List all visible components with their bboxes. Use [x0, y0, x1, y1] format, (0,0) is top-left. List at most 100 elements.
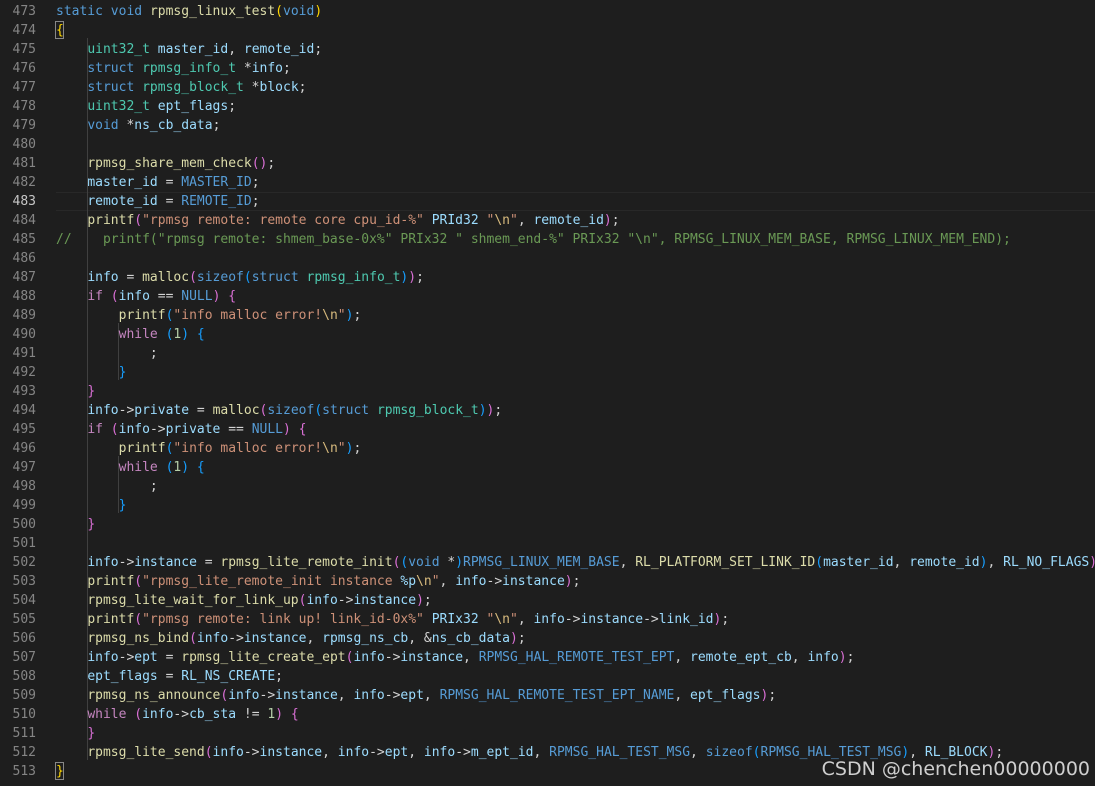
- code-line[interactable]: 476 struct rpmsg_info_t *info;: [0, 59, 1095, 78]
- code-line[interactable]: 491 ;: [0, 344, 1095, 363]
- code-token: printf: [87, 612, 135, 627]
- code-text: ept_flags = RL_NS_CREATE;: [56, 667, 283, 686]
- code-line[interactable]: 503 printf("rpmsg_lite_remote_init insta…: [0, 572, 1095, 591]
- code-token: m_ept_id: [470, 745, 534, 760]
- code-token: ,: [533, 745, 550, 760]
- line-number: 477: [12, 80, 36, 95]
- code-line[interactable]: 508 ept_flags = RL_NS_CREATE;: [0, 667, 1095, 686]
- code-token: =: [118, 270, 143, 285]
- code-line[interactable]: 477 struct rpmsg_block_t *block;: [0, 78, 1095, 97]
- code-line[interactable]: 480: [0, 135, 1095, 154]
- code-line[interactable]: 496 printf("info malloc error!\n");: [0, 439, 1095, 458]
- code-token: sizeof: [196, 270, 244, 285]
- code-text: rpmsg_share_mem_check();: [56, 154, 275, 173]
- code-token: remote_id: [909, 555, 980, 570]
- code-token: (: [204, 745, 213, 760]
- code-line[interactable]: 497 while (1) {: [0, 458, 1095, 477]
- code-token: "rpmsg remote: remote core cpu_id-%": [142, 213, 424, 228]
- code-token: NULL: [251, 422, 284, 437]
- code-token: ;: [267, 156, 276, 171]
- code-token: }: [56, 764, 64, 779]
- code-token: struct: [322, 403, 370, 418]
- line-number: 501: [12, 536, 36, 551]
- code-line[interactable]: 485 // printf("rpmsg remote: shmem_base-0…: [0, 230, 1095, 249]
- code-token: \n: [494, 213, 510, 228]
- code-line[interactable]: 511 }: [0, 724, 1095, 743]
- code-token: static: [56, 4, 103, 19]
- line-number: 485: [12, 232, 36, 247]
- code-line[interactable]: 479 void *ns_cb_data;: [0, 116, 1095, 135]
- code-line[interactable]: 500 }: [0, 515, 1095, 534]
- code-token: instance: [134, 555, 197, 570]
- code-line[interactable]: 473 static void rpmsg_linux_test(void): [0, 2, 1095, 21]
- code-token: malloc: [142, 270, 190, 285]
- code-line[interactable]: 502 info->instance = rpmsg_lite_remote_i…: [0, 553, 1095, 572]
- code-token: ): [181, 460, 190, 475]
- code-token: =: [157, 194, 182, 209]
- code-line[interactable]: 481 rpmsg_share_mem_check();: [0, 154, 1095, 173]
- code-token: ): [283, 422, 291, 437]
- code-line[interactable]: 510 while (info->cb_sta != 1) {: [0, 705, 1095, 724]
- watermark: CSDN @chenchen00000000: [821, 758, 1090, 780]
- code-token: *: [236, 61, 252, 76]
- code-line[interactable]: 495 if (info->private == NULL) {: [0, 420, 1095, 439]
- code-line[interactable]: 493 }: [0, 382, 1095, 401]
- code-token: ,: [517, 612, 534, 627]
- code-text: info->ept = rpmsg_lite_create_ept(info->…: [56, 648, 854, 667]
- code-token: ": [509, 213, 518, 228]
- code-line[interactable]: 484 printf("rpmsg remote: remote core cp…: [0, 211, 1095, 230]
- code-line[interactable]: 487 info = malloc(sizeof(struct rpmsg_in…: [0, 268, 1095, 287]
- code-token: ): [564, 574, 573, 589]
- code-token: =: [157, 669, 182, 684]
- code-token: ;: [768, 688, 777, 703]
- code-token: ;: [611, 213, 620, 228]
- code-token: ,: [674, 650, 691, 665]
- code-line[interactable]: 486: [0, 249, 1095, 268]
- code-text: rpmsg_ns_announce(info->instance, info->…: [56, 686, 776, 705]
- code-text: }: [56, 382, 95, 401]
- code-line[interactable]: 482 master_id = MASTER_ID;: [0, 173, 1095, 192]
- code-line[interactable]: 504 rpmsg_lite_wait_for_link_up(info->in…: [0, 591, 1095, 610]
- code-line[interactable]: 492 }: [0, 363, 1095, 382]
- code-line[interactable]: 475 uint32_t master_id, remote_id;: [0, 40, 1095, 59]
- code-token: RL_NO_FLAGS: [1003, 555, 1090, 570]
- line-number: 491: [12, 346, 36, 361]
- code-line[interactable]: 494 info->private = malloc(sizeof(struct…: [0, 401, 1095, 420]
- code-line[interactable]: 499 }: [0, 496, 1095, 515]
- code-token: ,: [893, 555, 910, 570]
- code-line[interactable]: 501: [0, 534, 1095, 553]
- code-line[interactable]: 489 printf("info malloc error!\n");: [0, 306, 1095, 325]
- code-line[interactable]: 509 rpmsg_ns_announce(info->instance, in…: [0, 686, 1095, 705]
- line-number: 505: [12, 612, 36, 627]
- code-line[interactable]: 498 ;: [0, 477, 1095, 496]
- code-line[interactable]: 490 while (1) {: [0, 325, 1095, 344]
- code-token: ,: [463, 650, 479, 665]
- code-line[interactable]: 506 rpmsg_ns_bind(info->instance, rpmsg_…: [0, 629, 1095, 648]
- line-number: 473: [12, 4, 36, 19]
- code-line[interactable]: 505 printf("rpmsg remote: link up! link_…: [0, 610, 1095, 629]
- code-token: uint32_t: [87, 42, 150, 57]
- code-line[interactable]: 474 {: [0, 21, 1095, 40]
- code-line[interactable]: 478 uint32_t ept_flags;: [0, 97, 1095, 116]
- code-token: rpmsg_ns_announce: [87, 688, 221, 703]
- code-token: PRIx32: [423, 612, 487, 627]
- code-line[interactable]: 483 remote_id = REMOTE_ID;: [0, 192, 1095, 211]
- code-token: ->: [118, 555, 135, 570]
- code-line[interactable]: 488 if (info == NULL) {: [0, 287, 1095, 306]
- code-editor[interactable]: 473 static void rpmsg_linux_test(void) 474…: [0, 0, 1095, 786]
- code-token: ->: [243, 745, 260, 760]
- code-token: ==: [149, 289, 182, 304]
- code-text: info = malloc(sizeof(struct rpmsg_info_t…: [56, 268, 424, 287]
- code-token: rpmsg_block_t: [142, 80, 244, 95]
- code-token: ;: [212, 118, 221, 133]
- code-line[interactable]: 507 info->ept = rpmsg_lite_create_ept(in…: [0, 648, 1095, 667]
- code-text: // printf("rpmsg remote: shmem_base-0x%"…: [56, 230, 1011, 249]
